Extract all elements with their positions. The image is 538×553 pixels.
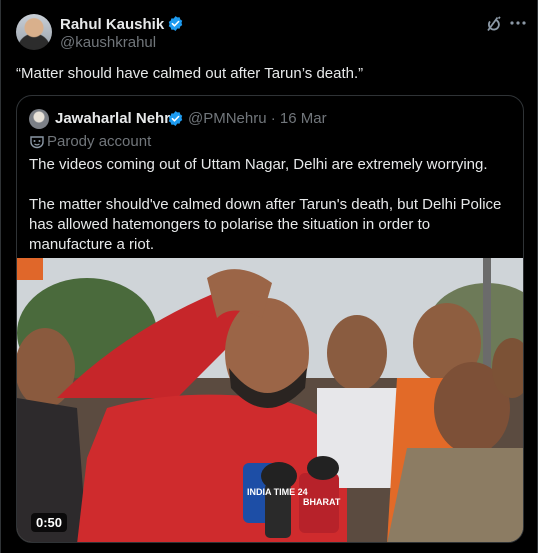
quoted-name[interactable]: Jawaharlal Nehru [55,110,179,127]
video-duration-badge: 0:50 [31,513,68,532]
video-frame: INDIA TIME 24 BHARAT [17,258,523,542]
quoted-paragraph-1: The videos coming out of Uttam Nagar, De… [29,156,488,173]
author-name[interactable]: Rahul Kaushik [60,15,184,36]
verified-badge-icon [167,15,184,36]
quoted-text: The videos coming out of Uttam Nagar, De… [29,155,515,275]
quoted-handle-date[interactable]: @PMNehru · 16 Mar [188,110,327,127]
quoted-paragraph-2: The matter should've calmed down after T… [29,196,502,253]
post: Rahul Kaushik @kaushkrahul “Matter shoul… [0,0,538,553]
quoted-date: · 16 Mar [270,110,327,127]
parody-account-label: Parody account [47,133,152,150]
grok-icon[interactable] [483,14,503,34]
verified-badge-icon [167,110,184,132]
tweet-text: “Matter should have calmed out after Tar… [16,65,364,82]
mic-label-1: INDIA TIME 24 [247,487,308,497]
mic-label-2: BHARAT [303,497,341,507]
author-handle[interactable]: @kaushkrahul [60,34,156,51]
author-avatar[interactable] [16,14,52,50]
quoted-tweet[interactable]: Jawaharlal Nehru @PMNehru · 16 Mar Parod… [16,95,524,543]
video-player[interactable]: INDIA TIME 24 BHARAT 0:50 [17,258,523,542]
quoted-handle: @PMNehru [188,110,267,127]
quoted-avatar[interactable] [29,109,49,129]
more-icon[interactable] [508,14,528,34]
parody-mask-icon [29,134,45,150]
